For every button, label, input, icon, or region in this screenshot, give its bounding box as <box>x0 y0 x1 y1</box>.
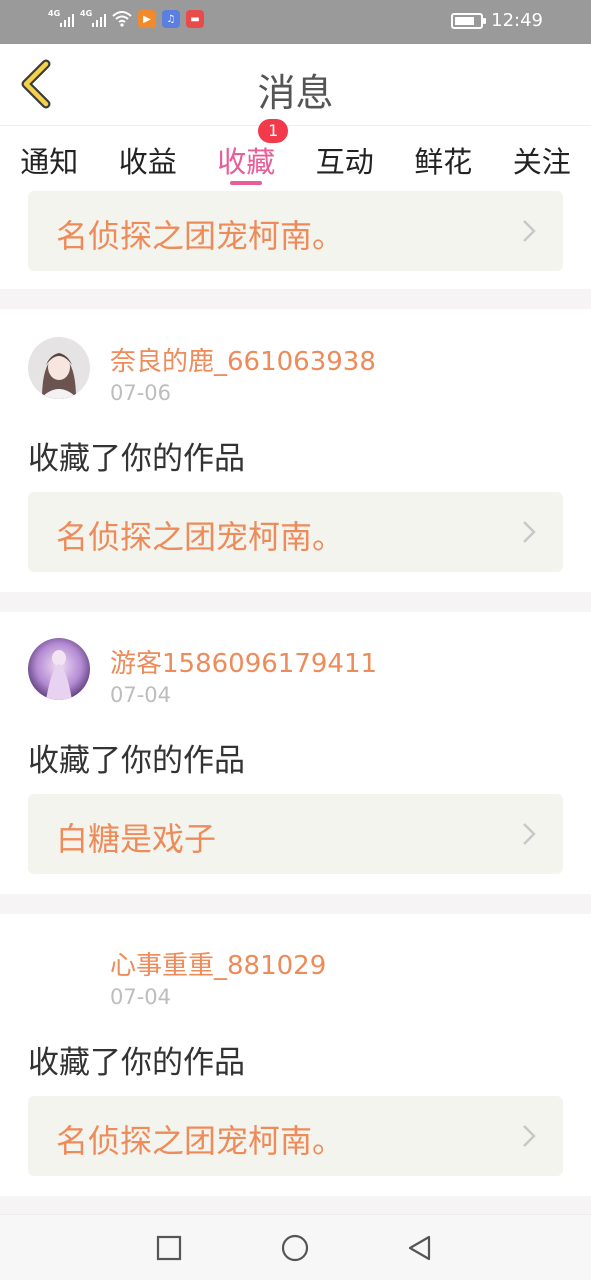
work-card[interactable]: 名侦探之团宠柯南。 <box>28 492 563 572</box>
system-nav-bar <box>0 1214 591 1280</box>
work-card[interactable]: 白糖是戏子 <box>28 794 563 874</box>
tab-favorites[interactable]: 收藏 1 <box>198 119 294 189</box>
music-app-icon: ♫ <box>162 10 180 28</box>
tab-earnings[interactable]: 收益 <box>100 127 196 189</box>
signal-icon: 4G <box>48 9 74 27</box>
wifi-icon <box>112 11 132 27</box>
circle-icon[interactable] <box>280 1233 310 1263</box>
page-title: 消息 <box>257 71 334 115</box>
work-title: 白糖是戏子 <box>56 820 217 858</box>
square-icon[interactable] <box>154 1233 184 1263</box>
triangle-back-icon[interactable] <box>405 1233 435 1263</box>
message-feed[interactable]: 名侦探之团宠柯南。 奈良的鹿_661063938 07-06 收藏了你的作品 名… <box>0 189 591 1214</box>
unread-badge: 1 <box>258 119 289 143</box>
divider <box>0 289 591 309</box>
work-title: 名侦探之团宠柯南。 <box>56 518 345 556</box>
active-tab-indicator <box>230 181 263 185</box>
tab-flowers[interactable]: 鲜花 <box>395 127 491 189</box>
tab-label: 收益 <box>118 145 177 179</box>
signal-icon-2: 4G <box>80 9 106 27</box>
avatar[interactable] <box>28 638 90 700</box>
chevron-right-icon <box>523 823 536 845</box>
work-card[interactable]: 名侦探之团宠柯南。 <box>28 191 563 271</box>
status-bar: 4G 4G ▶ ♫ ▬ 12:49 <box>0 0 591 44</box>
avatar[interactable] <box>28 940 90 1002</box>
network-type-2: 4G <box>80 9 93 18</box>
username[interactable]: 游客1586096179411 <box>110 643 377 680</box>
chevron-right-icon <box>523 1125 536 1147</box>
divider <box>0 894 591 914</box>
header: 消息 <box>0 44 591 126</box>
tab-notice[interactable]: 通知 <box>1 127 97 189</box>
shop-app-icon: ▬ <box>186 10 204 28</box>
divider <box>0 1196 591 1214</box>
avatar[interactable] <box>28 337 90 399</box>
tab-interaction[interactable]: 互动 <box>297 127 393 189</box>
chevron-right-icon <box>523 220 536 242</box>
timestamp: 07-04 <box>110 683 172 707</box>
network-type: 4G <box>48 9 61 18</box>
tab-label: 收藏 <box>217 145 276 179</box>
action-text: 收藏了你的作品 <box>28 743 245 779</box>
tab-follow[interactable]: 关注 <box>494 127 590 189</box>
username[interactable]: 心事重重_881029 <box>110 945 326 982</box>
action-text: 收藏了你的作品 <box>28 441 245 477</box>
video-app-icon: ▶ <box>138 10 156 28</box>
work-card[interactable]: 名侦探之团宠柯南。 <box>28 1096 563 1176</box>
tab-label: 鲜花 <box>414 145 473 179</box>
username[interactable]: 奈良的鹿_661063938 <box>110 341 376 378</box>
tab-bar: 通知 收益 收藏 1 互动 鲜花 关注 <box>0 119 591 189</box>
tab-label: 关注 <box>512 145 571 179</box>
tab-label: 通知 <box>20 145 79 179</box>
divider <box>0 592 591 612</box>
work-title: 名侦探之团宠柯南。 <box>56 1122 345 1160</box>
status-icons: 4G 4G ▶ ♫ ▬ <box>48 9 204 28</box>
battery-icon <box>451 12 487 29</box>
work-title: 名侦探之团宠柯南。 <box>56 217 345 255</box>
timestamp: 07-04 <box>110 985 172 1009</box>
action-text: 收藏了你的作品 <box>28 1045 245 1081</box>
tab-label: 互动 <box>315 145 374 179</box>
chevron-right-icon <box>523 521 536 543</box>
status-right: 12:49 <box>451 10 543 31</box>
clock: 12:49 <box>491 10 543 31</box>
timestamp: 07-06 <box>110 381 172 405</box>
